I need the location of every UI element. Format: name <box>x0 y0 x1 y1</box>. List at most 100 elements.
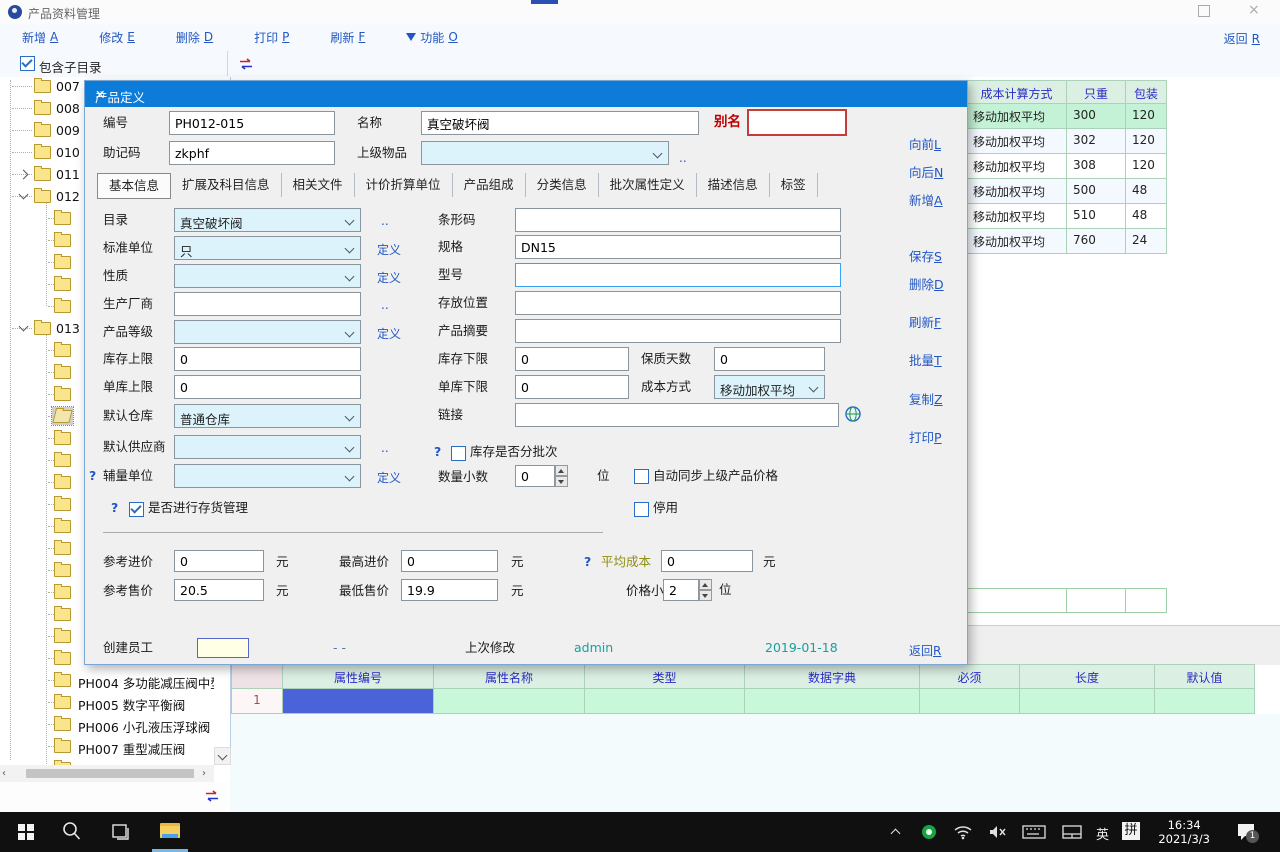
spec-field[interactable] <box>515 235 841 259</box>
name-field[interactable] <box>421 111 699 135</box>
side-prev-button[interactable]: 向前L <box>909 134 941 153</box>
cost-table-cell[interactable]: 移动加权平均 <box>966 229 1067 254</box>
ime-indicator[interactable]: 拼 <box>1122 822 1140 840</box>
cost-table-cell[interactable]: 48 <box>1126 179 1167 204</box>
task-view-button[interactable] <box>100 812 140 852</box>
cost-table-cell[interactable]: 移动加权平均 <box>966 104 1067 129</box>
attr-table-cell[interactable] <box>283 689 434 714</box>
unit-define-link[interactable]: 定义 <box>377 241 401 258</box>
attr-table-cell[interactable] <box>745 689 920 714</box>
shelf-days-field[interactable] <box>714 347 825 371</box>
cost-table-cell[interactable]: 移动加权平均 <box>966 154 1067 179</box>
tab-product-composition[interactable]: 产品组成 <box>453 173 526 197</box>
tab-label[interactable]: 标签 <box>770 173 818 197</box>
nature-combo[interactable] <box>174 264 361 288</box>
spinner-up[interactable] <box>555 465 568 476</box>
attr-row-number[interactable]: 1 <box>231 689 283 714</box>
catalog-combo[interactable]: 真空破坏阀 <box>174 208 361 232</box>
tree-item-ph004[interactable]: PH004 多功能减压阀中型 <box>0 669 214 691</box>
touchpad-icon[interactable] <box>1062 825 1082 839</box>
manufacturer-field[interactable] <box>174 292 361 316</box>
cost-table-cell[interactable]: 302 <box>1067 129 1126 154</box>
tree-hscrollbar[interactable]: ‹ › <box>0 765 214 782</box>
single-upper-field[interactable] <box>174 375 361 399</box>
new-row-cell[interactable] <box>1126 588 1167 613</box>
creator-field[interactable] <box>197 638 249 658</box>
cost-table-cell[interactable]: 120 <box>1126 104 1167 129</box>
attr-table-cell[interactable] <box>585 689 745 714</box>
auto-sync-checkbox[interactable] <box>634 469 649 484</box>
new-row-cell[interactable] <box>966 588 1067 613</box>
function-button[interactable]: 功能O <box>406 29 457 46</box>
cost-table-cell[interactable]: 500 <box>1067 179 1126 204</box>
link-field[interactable] <box>515 403 839 427</box>
tab-basic-info[interactable]: 基本信息 <box>97 173 171 199</box>
tree-item[interactable] <box>0 757 214 765</box>
aux-unit-define-link[interactable]: 定义 <box>377 469 401 486</box>
side-delete-button[interactable]: 删除D <box>909 274 944 293</box>
side-next-button[interactable]: 向后N <box>909 162 943 181</box>
batch-checkbox[interactable] <box>451 446 466 461</box>
summary-field[interactable] <box>515 319 841 343</box>
scroll-left-arrow[interactable]: ‹ <box>2 766 6 781</box>
chevron-down-icon[interactable] <box>19 190 29 200</box>
tree-item-ph007[interactable]: PH007 重型减压阀 <box>0 735 214 757</box>
touch-keyboard-icon[interactable] <box>1022 825 1046 839</box>
code-field[interactable] <box>169 111 335 135</box>
side-copy-button[interactable]: 复制Z <box>909 389 943 408</box>
parent-more-link[interactable]: .. <box>679 151 687 165</box>
cost-table-cell[interactable]: 24 <box>1126 229 1167 254</box>
tab-pricing-conversion-unit[interactable]: 计价折算单位 <box>355 173 453 197</box>
manufacturer-more-link[interactable]: .. <box>381 298 389 312</box>
disable-checkbox[interactable] <box>634 502 649 517</box>
swap-icon[interactable] <box>238 58 254 70</box>
price-decimals-field[interactable] <box>663 579 699 601</box>
tab-description-info[interactable]: 描述信息 <box>697 173 770 197</box>
grade-define-link[interactable]: 定义 <box>377 325 401 342</box>
warehouse-combo[interactable]: 普通仓库 <box>174 404 361 428</box>
max-purchase-field[interactable] <box>401 550 498 572</box>
barcode-field[interactable] <box>515 208 841 232</box>
unit-combo[interactable]: 只 <box>174 236 361 260</box>
chevron-right-icon[interactable] <box>19 170 29 180</box>
spinner-down[interactable] <box>555 476 568 487</box>
volume-muted-icon[interactable] <box>988 824 1008 840</box>
new-button[interactable]: 新增A <box>22 29 58 46</box>
restore-button[interactable] <box>1198 5 1210 17</box>
cost-table-cell[interactable]: 308 <box>1067 154 1126 179</box>
modify-button[interactable]: 修改E <box>99 29 135 46</box>
mnemonic-field[interactable] <box>169 141 335 165</box>
aux-unit-combo[interactable] <box>174 464 361 488</box>
scroll-right-arrow[interactable]: › <box>202 766 206 781</box>
tree-vscroll-down[interactable] <box>214 747 231 765</box>
scroll-thumb[interactable] <box>26 769 194 778</box>
attr-table-cell[interactable] <box>434 689 585 714</box>
stock-lower-field[interactable] <box>515 347 629 371</box>
tree-item-ph005[interactable]: PH005 数字平衡阀 <box>0 691 214 713</box>
cost-table-cell[interactable]: 48 <box>1126 204 1167 229</box>
model-field[interactable] <box>515 263 841 287</box>
side-refresh-button[interactable]: 刷新F <box>909 312 941 331</box>
dialog-close-button[interactable]: ✕ <box>95 87 953 102</box>
taskbar-clock[interactable]: 16:34 2021/3/3 <box>1158 818 1210 846</box>
close-button[interactable]: × <box>1248 3 1260 17</box>
cost-table-cell[interactable]: 120 <box>1126 129 1167 154</box>
cost-table-cell[interactable]: 移动加权平均 <box>966 179 1067 204</box>
antivirus-tray-icon[interactable] <box>922 825 936 839</box>
cost-table-cell[interactable]: 移动加权平均 <box>966 204 1067 229</box>
cost-table-cell[interactable]: 300 <box>1067 104 1126 129</box>
tab-ext-account-info[interactable]: 扩展及科目信息 <box>171 173 282 197</box>
supplier-more-link[interactable]: .. <box>381 441 389 455</box>
include-subdir-checkbox[interactable] <box>20 56 35 71</box>
tree-item-ph006[interactable]: PH006 小孔液压浮球阀 <box>0 713 214 735</box>
new-row-cell[interactable] <box>1067 588 1126 613</box>
side-add-button[interactable]: 新增A <box>909 190 943 209</box>
location-field[interactable] <box>515 291 841 315</box>
cost-table-cell[interactable]: 120 <box>1126 154 1167 179</box>
wifi-icon[interactable] <box>953 825 973 840</box>
qty-decimals-field[interactable] <box>515 465 555 487</box>
ref-purchase-field[interactable] <box>174 550 264 572</box>
side-print-button[interactable]: 打印P <box>909 427 942 446</box>
cost-table-cell[interactable]: 760 <box>1067 229 1126 254</box>
spinner-up[interactable] <box>699 579 712 590</box>
